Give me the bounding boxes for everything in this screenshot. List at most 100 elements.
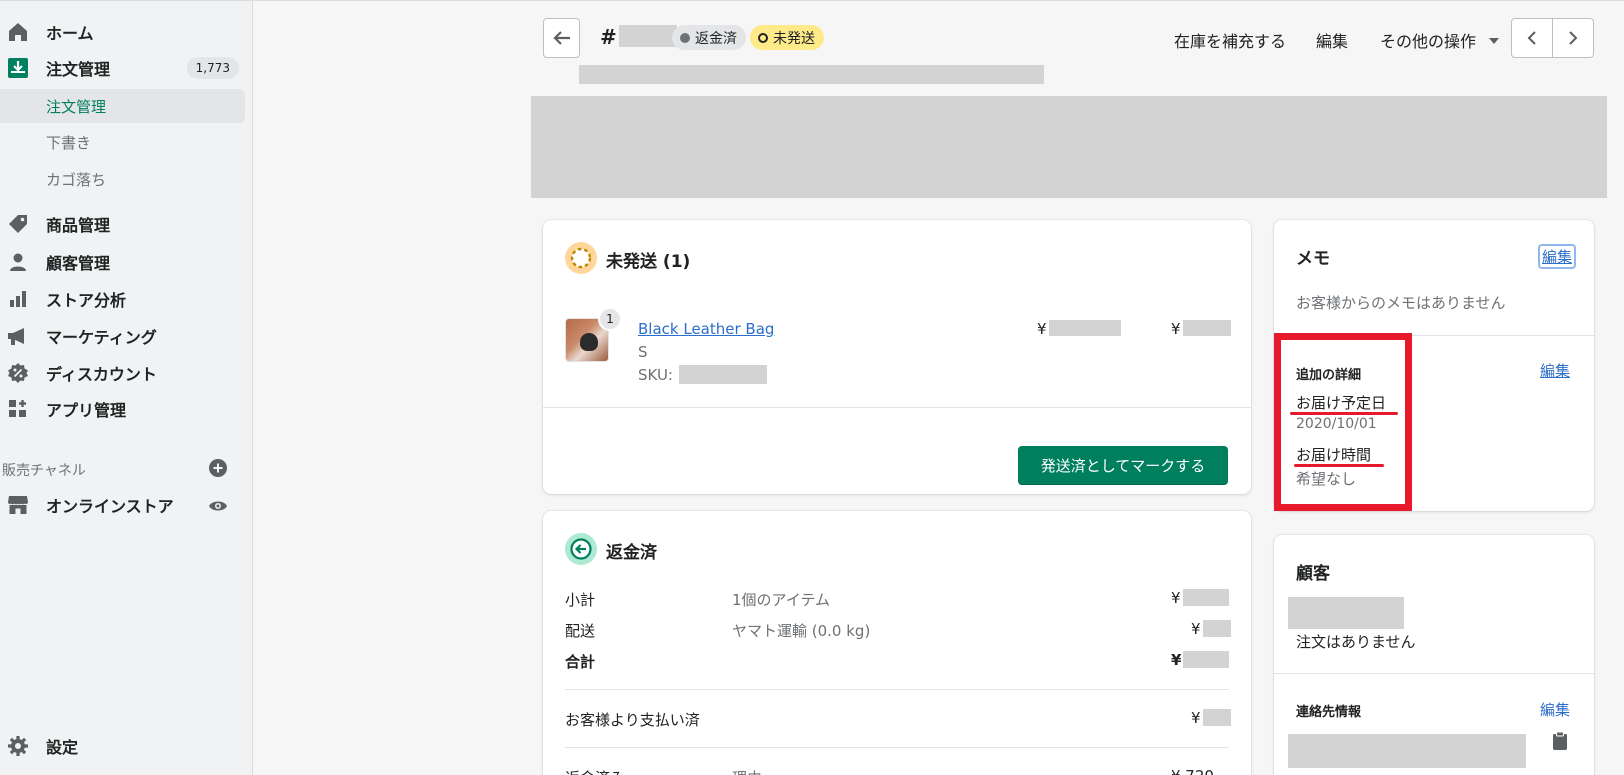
back-button[interactable] (543, 18, 580, 58)
customer-name-redacted (1288, 597, 1404, 629)
sku-redacted (679, 365, 767, 384)
unit-price: ¥ (1037, 320, 1121, 338)
sidebar-item-orders[interactable]: 注文管理 1,773 (0, 51, 245, 85)
refunded-row-description: 理由 (732, 767, 762, 775)
gear-icon (6, 734, 30, 758)
refunded-row-value: ¥ 720 (1171, 767, 1214, 775)
more-actions-label: その他の操作 (1380, 32, 1477, 51)
unfulfilled-card: 未発送 (1) 1 Black Leather Bag S SKU: ¥ ¥ 発… (543, 220, 1251, 494)
edit-order-button[interactable]: 編集 (1316, 28, 1348, 52)
megaphone-icon (6, 324, 30, 348)
contact-info-title: 連絡先情報 (1296, 705, 1362, 720)
sidebar-item-label: 商品管理 (46, 216, 111, 235)
customer-orders-text: 注文はありません (1296, 633, 1416, 651)
highlight-annotation-box (1274, 333, 1412, 511)
next-order-button[interactable] (1552, 19, 1593, 57)
sidebar-item-products[interactable]: 商品管理 (0, 207, 245, 241)
orders-icon (6, 56, 30, 80)
status-badge-label: 未発送 (773, 30, 815, 47)
sidebar-item-analytics[interactable]: ストア分析 (0, 282, 245, 316)
refunded-status-icon (565, 533, 597, 565)
order-pager (1511, 18, 1594, 58)
line-total: ¥ (1171, 320, 1231, 338)
price-redacted (1048, 320, 1121, 336)
order-number: # (600, 25, 677, 49)
chevron-left-icon (1527, 31, 1536, 45)
quantity-badge: 1 (598, 307, 622, 331)
sidebar-item-customers[interactable]: 顧客管理 (0, 245, 245, 279)
sidebar-item-settings[interactable]: 設定 (0, 729, 245, 763)
annotation-underline (1294, 464, 1384, 467)
apps-grid-icon (6, 397, 30, 421)
annotation-underline (1290, 412, 1398, 415)
sidebar-subitem-label: 下書き (46, 133, 92, 152)
discount-icon (6, 361, 30, 385)
status-badge-refunded: 返金済 (672, 25, 746, 50)
clipboard-icon[interactable] (1552, 731, 1568, 755)
divider (543, 407, 1251, 408)
shipping-value: ¥ (1191, 620, 1231, 638)
sidebar-item-label: アプリ管理 (46, 401, 127, 420)
status-badge-unfulfilled: 未発送 (750, 25, 824, 50)
yen-symbol: ¥ (1191, 709, 1201, 727)
edit-additional-details-link[interactable]: 編集 (1540, 360, 1570, 381)
sidebar-item-label: ディスカウント (46, 365, 157, 384)
restock-button[interactable]: 在庫を補充する (1174, 28, 1286, 52)
sidebar-item-discounts[interactable]: ディスカウント (0, 356, 245, 390)
contact-email-redacted (1288, 734, 1526, 768)
price-redacted (1202, 709, 1231, 726)
notes-empty-text: お客様からのメモはありません (1296, 294, 1506, 312)
sidebar-subitem-abandoned[interactable]: カゴ落ち (0, 162, 245, 196)
edit-contact-link[interactable]: 編集 (1540, 699, 1570, 720)
customer-title: 顧客 (1296, 564, 1330, 584)
sidebar-item-home[interactable]: ホーム (0, 15, 245, 49)
status-badge-label: 返金済 (695, 30, 737, 47)
more-actions-button[interactable]: その他の操作 (1380, 28, 1500, 52)
divider (565, 689, 1229, 690)
yen-symbol: ¥ (1171, 651, 1182, 669)
product-variant: S (638, 343, 648, 361)
shipping-label: 配送 (565, 622, 596, 640)
product-sku: SKU: (638, 365, 767, 384)
sidebar-subitem-drafts[interactable]: 下書き (0, 125, 245, 159)
caret-down-icon (1489, 38, 1500, 44)
sidebar-item-label: 設定 (46, 738, 79, 757)
price-redacted (1183, 651, 1230, 668)
paid-by-customer-label: お客様より支払い済 (565, 711, 700, 729)
sidebar-item-label: マーケティング (46, 328, 157, 347)
previous-order-button[interactable] (1512, 19, 1552, 57)
price-redacted (1202, 620, 1231, 637)
sidebar-item-label: 顧客管理 (46, 254, 111, 273)
bar-chart-icon (6, 287, 30, 311)
redacted-banner (531, 96, 1607, 198)
order-hash: # (600, 25, 617, 49)
add-channel-icon[interactable] (208, 458, 228, 478)
divider (1274, 673, 1594, 674)
divider (565, 747, 1229, 748)
status-dot (680, 32, 690, 43)
sidebar-subitem-orders[interactable]: 注文管理 (0, 89, 245, 123)
sidebar-item-marketing[interactable]: マーケティング (0, 319, 245, 353)
yen-symbol: ¥ (1171, 589, 1181, 607)
sidebar-item-label: ホーム (46, 24, 94, 43)
total-value: ¥ (1171, 651, 1230, 669)
mark-as-fulfilled-button[interactable]: 発送済としてマークする (1018, 446, 1228, 485)
sku-label: SKU: (638, 366, 673, 384)
paid-value: ¥ (1191, 709, 1231, 727)
eye-icon[interactable] (208, 496, 228, 516)
price-redacted (1182, 589, 1229, 606)
price-redacted (1182, 320, 1231, 336)
arrow-left-icon (552, 31, 570, 45)
order-number-redacted (618, 25, 677, 47)
total-label: 合計 (565, 653, 596, 671)
edit-notes-link[interactable]: 編集 (1538, 244, 1577, 269)
sidebar-subitem-label: カゴ落ち (46, 170, 107, 189)
sidebar-item-apps[interactable]: アプリ管理 (0, 392, 245, 426)
product-link[interactable]: Black Leather Bag (638, 320, 774, 338)
unfulfilled-title: 未発送 (1) (606, 252, 691, 272)
sales-channels-heading: 販売チャネル (2, 463, 86, 479)
yen-symbol: ¥ (1037, 320, 1047, 338)
refunded-title: 返金済 (606, 543, 657, 563)
chevron-right-icon (1569, 31, 1578, 45)
status-dot (758, 32, 768, 43)
